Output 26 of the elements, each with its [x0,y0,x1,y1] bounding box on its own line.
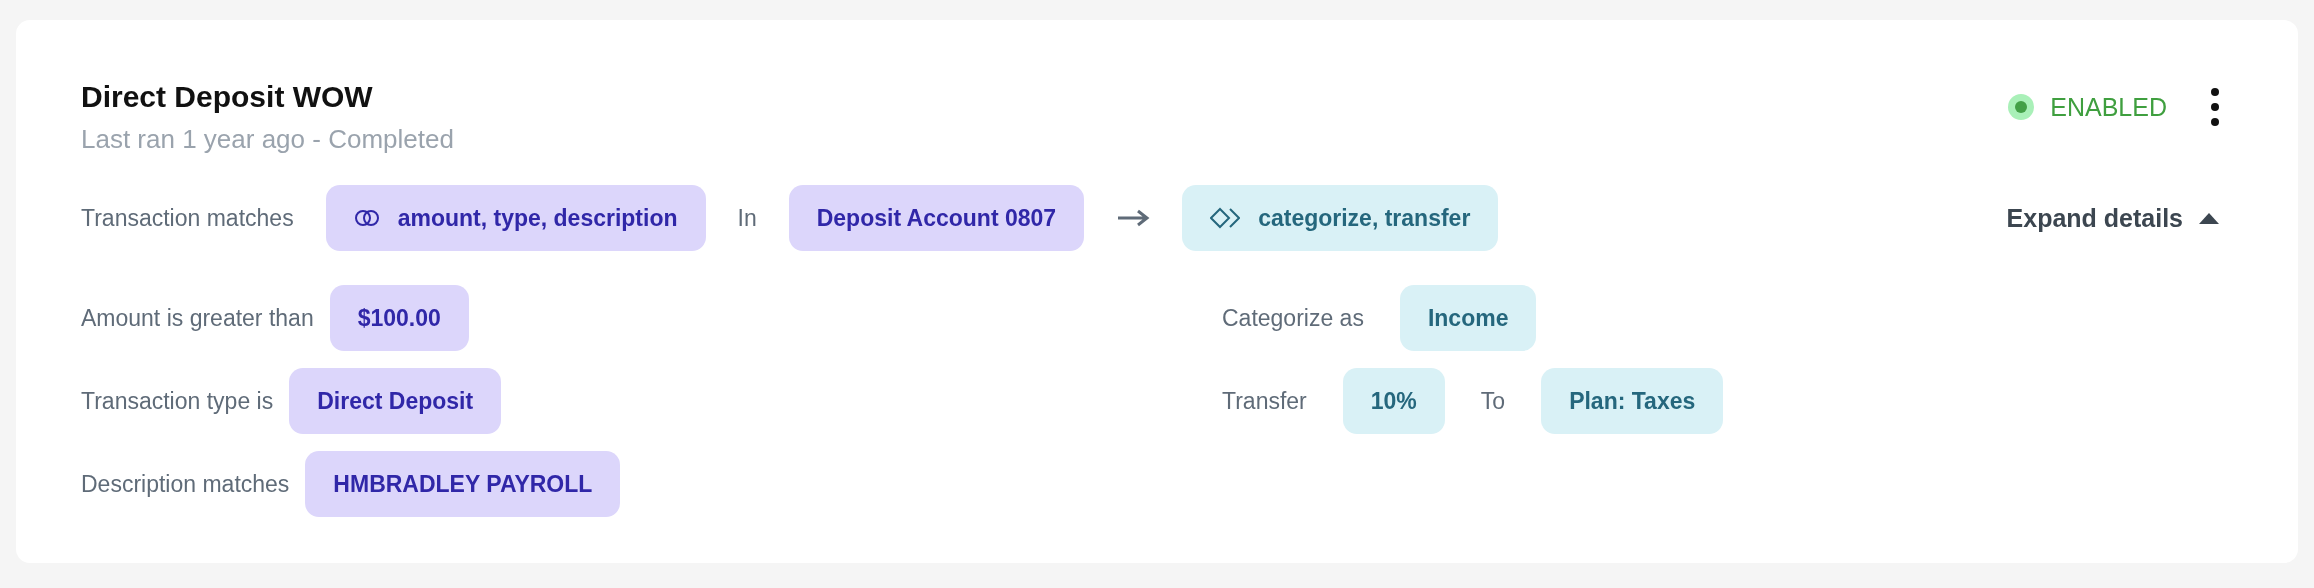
condition-value-chip: $100.00 [329,285,469,351]
action-value-chip: Plan: Taxes [1541,368,1724,434]
account-chip: Deposit Account 0807 [788,185,1085,251]
rule-title: Direct Deposit WOW [81,80,374,114]
condition-label: Transaction type is [81,387,274,415]
action-label: Categorize as [1222,304,1364,332]
condition-label: Amount is greater than [81,304,314,332]
conditions-chip: amount, type, description [325,185,706,251]
last-run-text: Last ran 1 year ago - Completed [81,124,454,155]
right-arrow-icon [1116,209,1151,227]
matches-label: Transaction matches [81,204,294,232]
in-label: In [737,204,757,232]
condition-value-chip: Direct Deposit [289,368,502,434]
action-label: Transfer [1222,387,1307,415]
more-vertical-icon [2211,88,2219,126]
overlap-circles-icon [353,209,380,227]
condition-value-chip: HMBRADLEY PAYROLL [305,451,621,517]
caret-icon [2199,212,2219,224]
actions-chip: categorize, transfer [1182,185,1499,251]
action-label: To [1480,387,1506,415]
action-value-chip: 10% [1342,368,1445,434]
action-value-chip: Income [1399,285,1537,351]
diamonds-icon [1210,207,1241,229]
status-text: ENABLED [2050,92,2167,122]
expand-details-button[interactable]: Expand details [2000,202,2225,234]
condition-label: Description matches [81,470,290,498]
